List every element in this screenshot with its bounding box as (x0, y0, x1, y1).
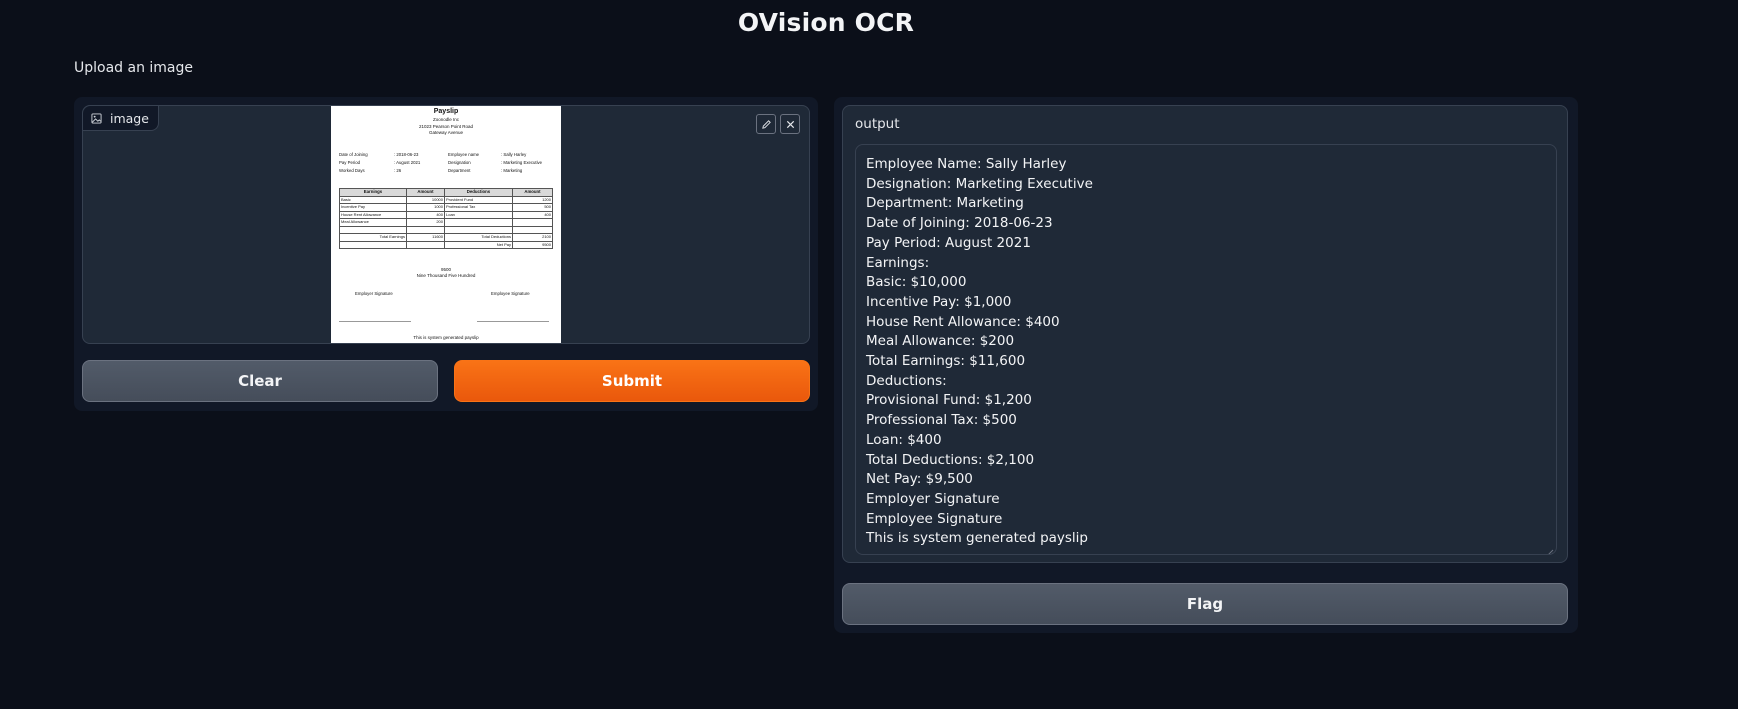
payslip-company: Zoonodle Inc (432, 117, 460, 122)
payslip-cell: Provident Fund (444, 195, 513, 204)
output-line: House Rent Allowance: $400 (866, 313, 1060, 330)
payslip-cell (339, 240, 407, 249)
output-label: output (855, 116, 900, 132)
output-line: Employee Signature (866, 510, 1003, 527)
payslip-footer: This is system generated payslip (413, 335, 479, 340)
payslip-cell: 200 (406, 218, 445, 227)
upload-label: Upload an image (74, 60, 194, 76)
flag-button[interactable]: Flag (842, 583, 1568, 625)
output-line: Earnings: (866, 254, 930, 271)
payslip-detail-key: Date of Joining (339, 152, 368, 157)
payslip-cell (339, 225, 407, 234)
payslip-cell: 2100 (512, 233, 553, 242)
payslip-detail-value: : August 2021 (394, 160, 421, 165)
output-line: Basic: $10,000 (866, 274, 967, 291)
output-line: Designation: Marketing Executive (866, 175, 1093, 192)
payslip-table-header: Amount (406, 188, 445, 197)
payslip-cell (406, 225, 445, 234)
payslip-cell: 400 (512, 210, 553, 219)
payslip-cell (444, 218, 513, 227)
output-line: Employer Signature (866, 490, 1000, 507)
payslip-cell (444, 225, 513, 234)
payslip-cell: 1200 (512, 195, 553, 204)
payslip-detail-key: Department (448, 168, 471, 173)
payslip-table-header: Amount (512, 188, 553, 197)
payslip-cell: 9500 (512, 240, 553, 249)
output-line: Pay Period: August 2021 (866, 234, 1031, 251)
payslip-signature-line (339, 321, 411, 322)
output-line: Professional Tax: $500 (866, 412, 1017, 429)
image-label-tag: image (83, 106, 159, 131)
payslip-cell: Total Deductions (444, 233, 513, 242)
output-line: Total Earnings: $11,600 (866, 353, 1026, 370)
payslip-cell: 11600 (406, 233, 445, 242)
pencil-icon (761, 115, 772, 134)
payslip-cell: 10000 (406, 195, 445, 204)
close-icon (785, 115, 796, 134)
clear-button[interactable]: Clear (82, 360, 438, 402)
payslip-address-2: Gateway Avenue (429, 130, 463, 135)
payslip-cell: Basic (339, 195, 407, 204)
payslip-cell (512, 218, 553, 227)
output-container: output Employee Name: Sally Harley Desig… (842, 105, 1568, 563)
payslip-table-header: Deductions (444, 188, 513, 197)
payslip-employer-signature: Employer Signature (355, 291, 393, 296)
output-line: Provisional Fund: $1,200 (866, 392, 1032, 409)
payslip-cell: Incentive Pay (339, 203, 407, 212)
payslip-cell: Loan (444, 210, 513, 219)
output-line: This is system generated payslip (866, 530, 1089, 547)
payslip-signature-line (477, 321, 549, 322)
output-line: Meal Allowance: $200 (866, 333, 1015, 350)
payslip-detail-value: : 26 (394, 168, 402, 173)
output-line: Deductions: (866, 372, 947, 389)
payslip-detail-value: : Sally Harley (501, 152, 527, 157)
payslip-cell (512, 225, 553, 234)
payslip-employee-signature: Employee Signature (491, 291, 530, 296)
image-upload-area[interactable]: Payslip Zoonodle Inc 21023 Pearson Point… (82, 105, 810, 344)
payslip-cell: Total Earnings (339, 233, 407, 242)
output-textbox[interactable]: Employee Name: Sally Harley Designation:… (855, 144, 1557, 555)
payslip-image: Payslip Zoonodle Inc 21023 Pearson Point… (331, 106, 561, 343)
output-line: Department: Marketing (866, 195, 1024, 212)
output-line: Date of Joining: 2018-06-23 (866, 215, 1053, 232)
payslip-cell: 500 (512, 203, 553, 212)
payslip-title: Payslip (433, 108, 459, 115)
page-title: OVision OCR (737, 8, 915, 37)
payslip-detail-key: Worked Days (339, 168, 365, 173)
payslip-table: Earnings Amount Deductions Amount Basic … (339, 188, 553, 249)
resize-handle[interactable] (1546, 544, 1554, 554)
payslip-detail-value: : Marketing Executive (501, 160, 543, 165)
submit-button[interactable]: Submit (454, 360, 810, 402)
payslip-cell: 1000 (406, 203, 445, 212)
payslip-cell: 400 (406, 210, 445, 219)
output-line: Loan: $400 (866, 431, 942, 448)
payslip-cell: Meal Allowance (339, 218, 407, 227)
input-panel: Payslip Zoonodle Inc 21023 Pearson Point… (74, 97, 818, 411)
payslip-detail-key: Employee name (448, 152, 480, 157)
output-line: Net Pay: $9,500 (866, 471, 973, 488)
payslip-cell (406, 240, 445, 249)
payslip-detail-key: Designation (448, 160, 471, 165)
image-icon (91, 112, 102, 124)
output-line: Incentive Pay: $1,000 (866, 293, 1012, 310)
output-panel: output Employee Name: Sally Harley Desig… (834, 97, 1578, 633)
payslip-cell: House Rent Allowance (339, 210, 407, 219)
edit-image-button[interactable] (756, 114, 776, 134)
output-line: Total Deductions: $2,100 (866, 451, 1035, 468)
payslip-amount: 9500 (440, 267, 451, 272)
payslip-amount-words: Nine Thousand Five Hundred (416, 273, 476, 278)
output-line: Employee Name: Sally Harley (866, 156, 1067, 172)
payslip-detail-key: Pay Period (339, 160, 361, 165)
image-tag-label: image (110, 110, 149, 126)
payslip-address-1: 21023 Pearson Point Road (418, 124, 474, 129)
remove-image-button[interactable] (780, 114, 800, 134)
payslip-detail-value: : Marketing (501, 168, 523, 173)
payslip-detail-value: : 2018-06-23 (394, 152, 419, 157)
payslip-cell: Net Pay (444, 240, 513, 249)
payslip-table-header: Earnings (339, 188, 407, 197)
payslip-cell: Professional Tax (444, 203, 513, 212)
